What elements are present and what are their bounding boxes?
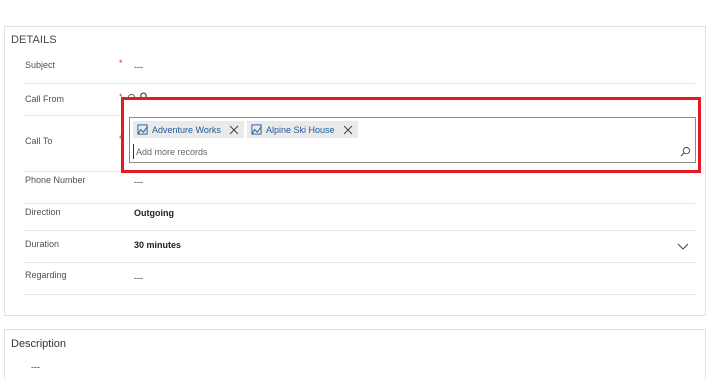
call-to-lookup-panel: Adventure Works Alpine Ski House [129,117,696,163]
phone-number-label: Phone Number [25,175,86,185]
regarding-value[interactable]: --- [134,273,143,283]
direction-row: Direction Outgoing [23,199,695,231]
description-title: Description [11,338,67,350]
details-section-title: DETAILS [11,34,57,46]
chevron-down-icon[interactable] [677,240,689,252]
lookup-tag-adventure-works[interactable]: Adventure Works [133,121,244,138]
close-icon[interactable] [229,125,239,135]
phone-number-value[interactable]: --- [134,177,143,187]
lookup-tag-label[interactable]: Adventure Works [152,125,221,135]
subject-label: Subject [25,60,56,70]
direction-label: Direction [25,207,61,217]
lookup-tag-alpine-ski-house[interactable]: Alpine Ski House [247,121,358,138]
regarding-row: Regarding --- [23,263,695,295]
duration-value[interactable]: 30 minutes [134,240,181,250]
regarding-label: Regarding [25,270,67,280]
call-from-label: Call From [25,94,65,104]
duration-label: Duration [25,239,60,249]
account-icon [137,124,148,135]
account-icon [251,124,262,135]
subject-required-marker: * [119,58,123,68]
search-icon[interactable] [680,146,691,157]
add-more-records-input[interactable] [133,144,673,159]
duration-row: Duration 30 minutes [23,231,695,263]
description-value[interactable]: --- [31,362,40,372]
close-icon[interactable] [343,125,353,135]
subject-value[interactable]: --- [134,62,143,72]
description-section: Description --- [4,329,706,379]
subject-row: Subject * --- [23,52,695,84]
direction-value[interactable]: Outgoing [134,208,174,218]
call-to-label: Call To [25,136,53,146]
call-to-lookup-highlight: Adventure Works Alpine Ski House [121,97,701,173]
lookup-tag-label[interactable]: Alpine Ski House [266,125,335,135]
